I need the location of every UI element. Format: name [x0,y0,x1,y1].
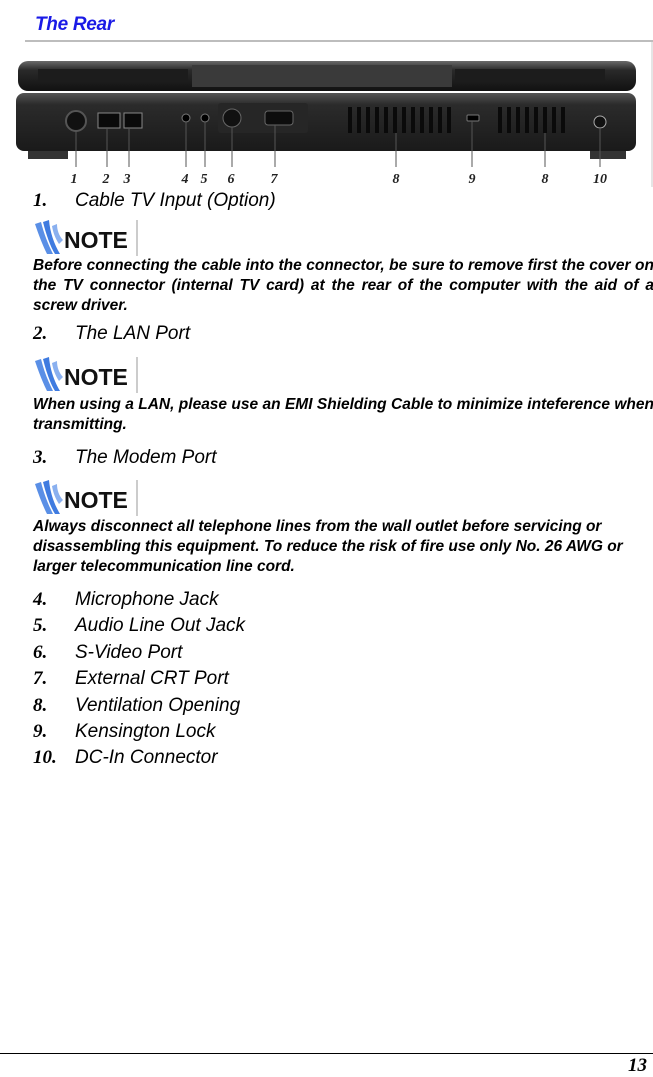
list-item: 2. The LAN Port [33,323,190,345]
item-number: 5. [33,615,48,636]
note-text: Always disconnect all telephone lines fr… [33,518,623,575]
item-label: Cable TV Input (Option) [75,190,276,211]
note-label: NOTE [64,227,128,253]
footer-divider [0,1053,653,1054]
callout-7: 7 [271,172,279,187]
list-item: 9. Kensington Lock [33,721,216,743]
s-video-port [222,108,242,128]
dc-in-port [593,115,607,129]
item-number: 10. [33,747,57,768]
list-item: 6. S-Video Port [33,642,182,664]
item-number: 6. [33,642,48,663]
list-item: 1. Cable TV Input (Option) [33,190,276,212]
callout-5: 5 [201,172,208,187]
modem-port [123,112,143,129]
item-number: 8. [33,695,48,716]
note-label: NOTE [64,487,128,513]
callout-9: 9 [469,172,476,187]
cable-tv-port [65,110,87,132]
section-title: The Rear [35,14,114,35]
item-number: 1. [33,190,48,211]
note-text: Before connecting the cable into the con… [33,257,653,314]
note-label: NOTE [64,364,128,390]
note-text: When using a LAN, please use an EMI Shie… [33,396,653,433]
laptop-rear-photo: 1 2 3 4 5 6 7 8 9 8 10 [16,61,636,187]
list-item: 3. The Modem Port [33,447,217,469]
item-number: 7. [33,668,48,689]
callout-6: 6 [228,172,235,187]
item-label: The LAN Port [75,323,191,344]
item-label: Ventilation Opening [75,695,241,716]
list-item: 8. Ventilation Opening [33,695,240,717]
callout-10: 10 [593,172,607,187]
callout-2: 2 [102,172,110,187]
note-icon: NOTE [35,480,138,516]
list-item: 5. Audio Line Out Jack [33,615,245,637]
item-number: 3. [33,447,48,468]
callout-3: 3 [123,172,131,187]
item-label: Kensington Lock [75,721,216,742]
item-number: 9. [33,721,48,742]
crt-port [264,110,294,126]
kensington-lock [466,114,480,122]
item-label: The Modem Port [75,447,217,468]
callout-4: 4 [181,172,189,187]
item-label: Microphone Jack [75,589,219,610]
microphone-jack [181,113,191,123]
list-item: 4. Microphone Jack [33,589,219,611]
callout-8a: 8 [393,172,400,187]
callout-8b: 8 [542,172,549,187]
title-divider [25,40,653,42]
lan-port [97,112,121,129]
item-number: 4. [33,589,48,610]
list-item: 10. DC-In Connector [33,747,218,769]
item-number: 2. [33,323,48,344]
line-out-jack [200,113,210,123]
item-label: S-Video Port [75,642,183,663]
item-label: DC-In Connector [75,747,218,768]
callout-1: 1 [71,172,78,187]
note-icon: NOTE [35,220,138,256]
note-icon: NOTE [35,357,138,393]
item-label: Audio Line Out Jack [75,615,246,636]
list-item: 7. External CRT Port [33,668,229,690]
item-label: External CRT Port [75,668,229,689]
